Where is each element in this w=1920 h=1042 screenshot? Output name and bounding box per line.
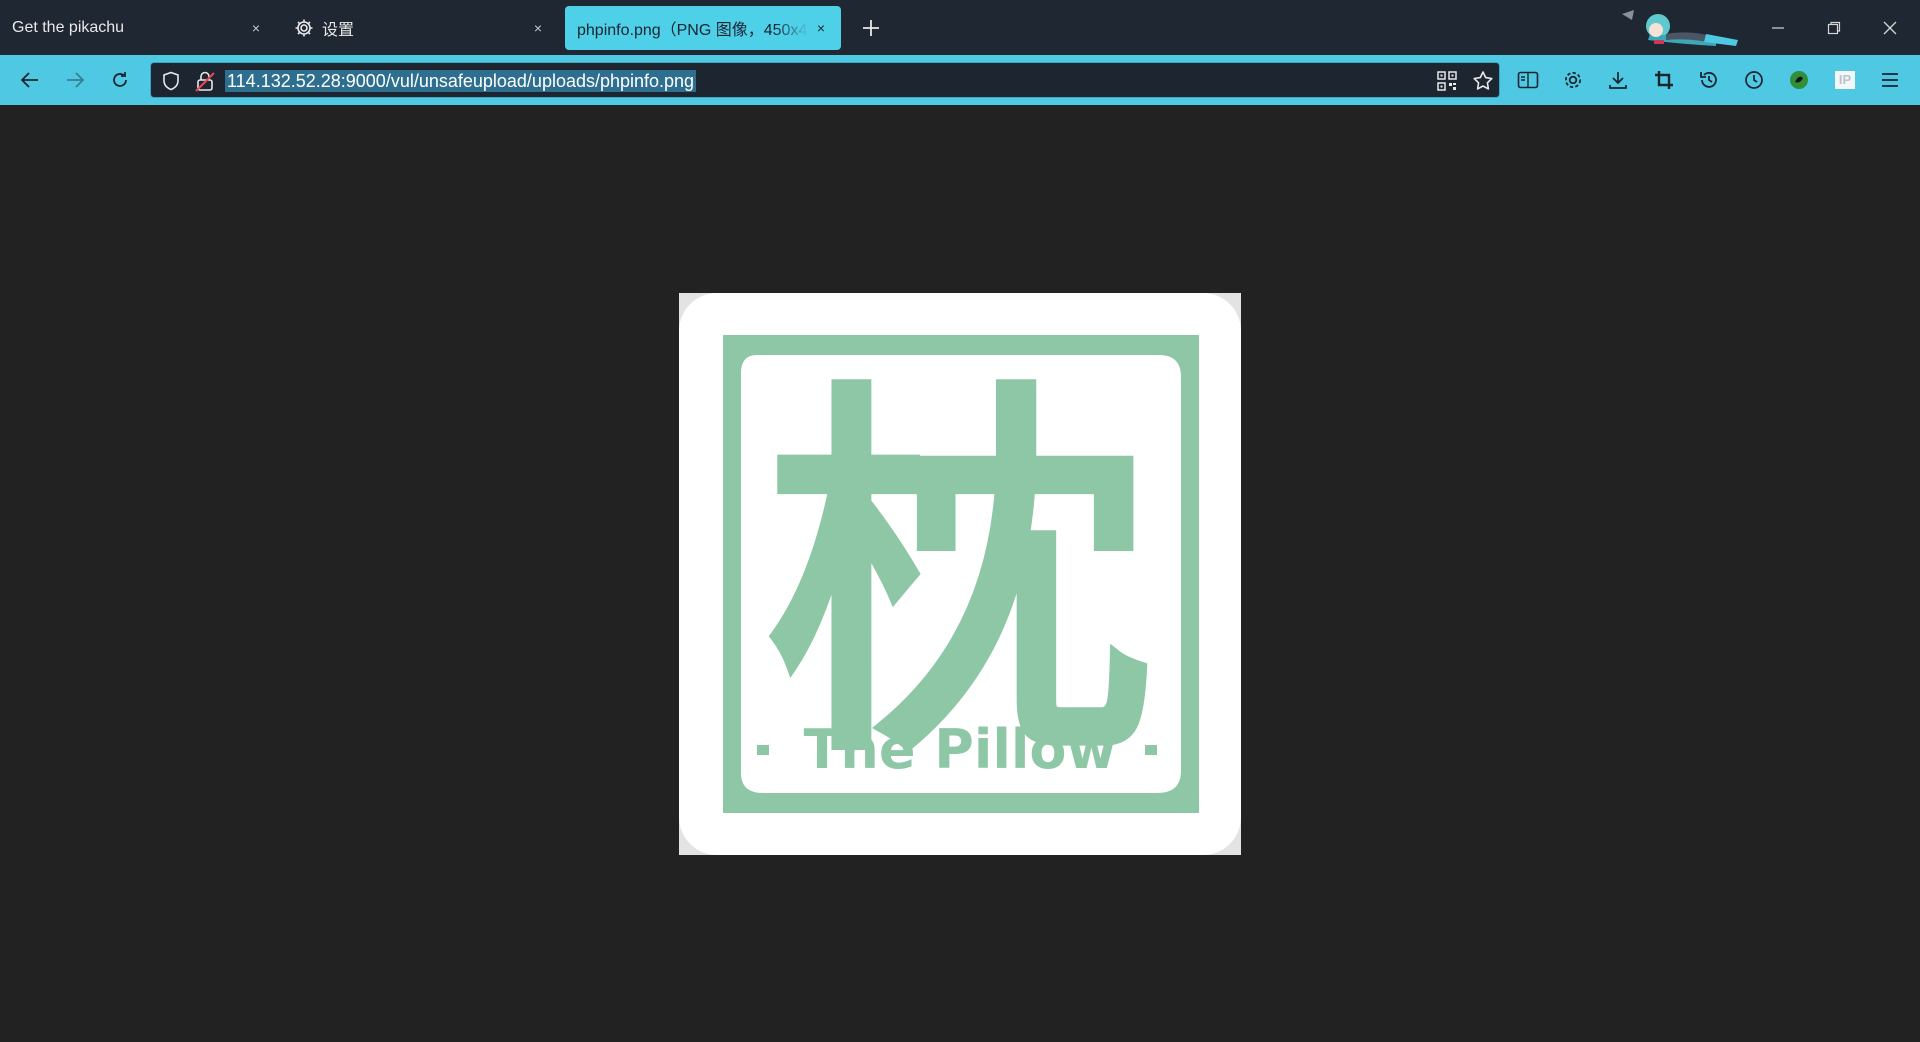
minimize-icon bbox=[1772, 26, 1784, 29]
menu-button[interactable] bbox=[1874, 64, 1906, 96]
left-dot bbox=[757, 745, 769, 755]
clock-icon bbox=[1745, 71, 1763, 89]
reload-icon bbox=[113, 72, 127, 87]
tab-close-button[interactable]: × bbox=[526, 16, 550, 40]
theme-mascot-image bbox=[1620, 6, 1740, 50]
insecure-lock-icon[interactable] bbox=[195, 70, 215, 92]
new-tab-button[interactable] bbox=[855, 12, 887, 44]
image-viewer: 枕 The Pillow bbox=[0, 105, 1920, 1042]
displayed-image[interactable]: 枕 The Pillow bbox=[679, 293, 1241, 855]
forward-arrow-icon bbox=[67, 72, 85, 88]
ip-extension-button[interactable]: IP bbox=[1829, 64, 1861, 96]
settings-gear-icon bbox=[1564, 71, 1582, 89]
close-icon bbox=[1883, 21, 1897, 34]
reader-view-icon bbox=[1517, 71, 1539, 89]
back-arrow-icon bbox=[20, 72, 38, 88]
shield-icon[interactable] bbox=[161, 71, 181, 91]
tab-close-button[interactable]: × bbox=[809, 16, 833, 40]
pillow-logo: 枕 The Pillow bbox=[723, 335, 1199, 813]
reader-view-button[interactable] bbox=[1512, 64, 1544, 96]
plus-icon bbox=[863, 20, 879, 36]
downloads-button[interactable] bbox=[1602, 64, 1634, 96]
forward-button[interactable] bbox=[57, 62, 93, 98]
tab-close-button[interactable]: × bbox=[244, 16, 268, 40]
qr-code-icon[interactable] bbox=[1437, 71, 1457, 91]
clock-button[interactable] bbox=[1738, 64, 1770, 96]
pillow-caption: The Pillow bbox=[804, 718, 1117, 781]
tab-phpinfo-png[interactable]: phpinfo.png（PNG 图像，450x450 像素） × bbox=[565, 6, 841, 50]
bookmark-star-icon[interactable] bbox=[1472, 70, 1494, 92]
navigation-toolbar: 114.132.52.28:9000/vul/unsafeupload/uplo… bbox=[0, 55, 1920, 105]
restore-icon bbox=[1827, 21, 1841, 34]
back-button[interactable] bbox=[12, 62, 48, 98]
history-button[interactable] bbox=[1693, 64, 1725, 96]
download-icon bbox=[1609, 72, 1627, 89]
tab-settings[interactable]: 设置 × bbox=[282, 6, 558, 50]
tab-strip: Get the pikachu × 设置 × phpinfo.png（PNG 图… bbox=[0, 0, 1920, 55]
url-text[interactable]: 114.132.52.28:9000/vul/unsafeupload/uplo… bbox=[225, 70, 697, 92]
tab-label: Get the pikachu bbox=[12, 19, 125, 36]
image-background: 枕 The Pillow bbox=[679, 293, 1241, 855]
gear-icon bbox=[294, 18, 314, 38]
url-bar[interactable]: 114.132.52.28:9000/vul/unsafeupload/uplo… bbox=[150, 62, 1500, 98]
history-icon bbox=[1700, 72, 1717, 88]
tab-label: 设置 bbox=[322, 22, 355, 39]
screenshot-crop-button[interactable] bbox=[1648, 64, 1680, 96]
close-window-button[interactable] bbox=[1862, 0, 1918, 55]
crop-icon bbox=[1655, 71, 1673, 89]
restore-button[interactable] bbox=[1806, 0, 1862, 55]
tab-get-the-pikachu[interactable]: Get the pikachu × bbox=[0, 6, 276, 50]
green-extension-icon bbox=[1790, 71, 1808, 89]
green-extension-button[interactable] bbox=[1783, 64, 1815, 96]
right-dot bbox=[1145, 745, 1157, 755]
minimize-button[interactable] bbox=[1750, 0, 1806, 55]
settings-button[interactable] bbox=[1557, 64, 1589, 96]
tab-label: phpinfo.png（PNG 图像，450x450 像素） bbox=[577, 22, 809, 39]
ip-extension-icon: IP bbox=[1835, 71, 1855, 89]
reload-button[interactable] bbox=[102, 62, 138, 98]
menu-icon bbox=[1882, 73, 1898, 87]
